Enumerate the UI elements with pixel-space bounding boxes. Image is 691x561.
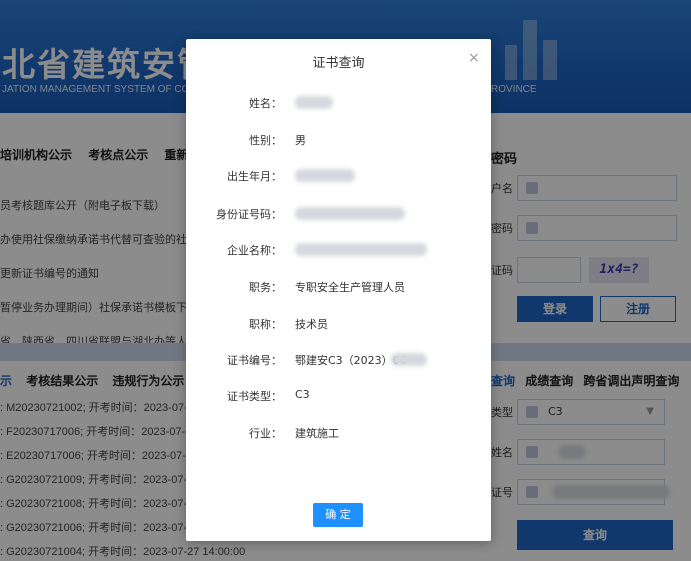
field-gender: 性别： 男 [186,132,491,150]
confirm-button[interactable]: 确 定 [313,503,363,527]
redacted-id-number [295,207,405,220]
cert-query-dialog: 证书查询 × 姓名： 性别： 男 出生年月： 身份证号码： 企业名称： 职务： … [186,39,491,541]
field-title: 职称： 技术员 [186,316,491,334]
field-cert-type: 证书类型： C3 [186,388,491,406]
field-label: 行业： [249,427,282,440]
close-icon[interactable]: × [468,50,480,66]
field-value: 男 [295,134,306,147]
field-label: 身份证号码： [216,208,282,221]
redacted-company [295,243,427,256]
field-label: 出生年月： [227,170,282,183]
redacted-name [295,96,333,109]
field-value: 技术员 [295,318,328,331]
field-label: 企业名称： [227,244,282,257]
field-label: 职务： [249,281,282,294]
field-label: 证书编号： [227,354,282,367]
field-value: C3 [295,388,310,401]
field-industry: 行业： 建筑施工 [186,425,491,443]
dialog-title: 证书查询 [312,56,365,71]
redacted-birth [295,169,355,182]
field-label: 性别： [249,134,282,147]
redacted-cert-suffix [391,353,427,366]
field-value: 鄂建安C3（2023）00 [295,354,407,367]
field-name: 姓名： [186,95,491,113]
field-label: 职称： [249,318,282,331]
field-position: 职务： 专职安全生产管理人员 [186,279,491,297]
field-label: 姓名： [249,97,282,110]
field-cert-number: 证书编号： 鄂建安C3（2023）00 [186,352,491,370]
field-label: 证书类型： [227,390,282,403]
field-value: 建筑施工 [295,427,339,440]
field-value: 专职安全生产管理人员 [295,281,405,294]
